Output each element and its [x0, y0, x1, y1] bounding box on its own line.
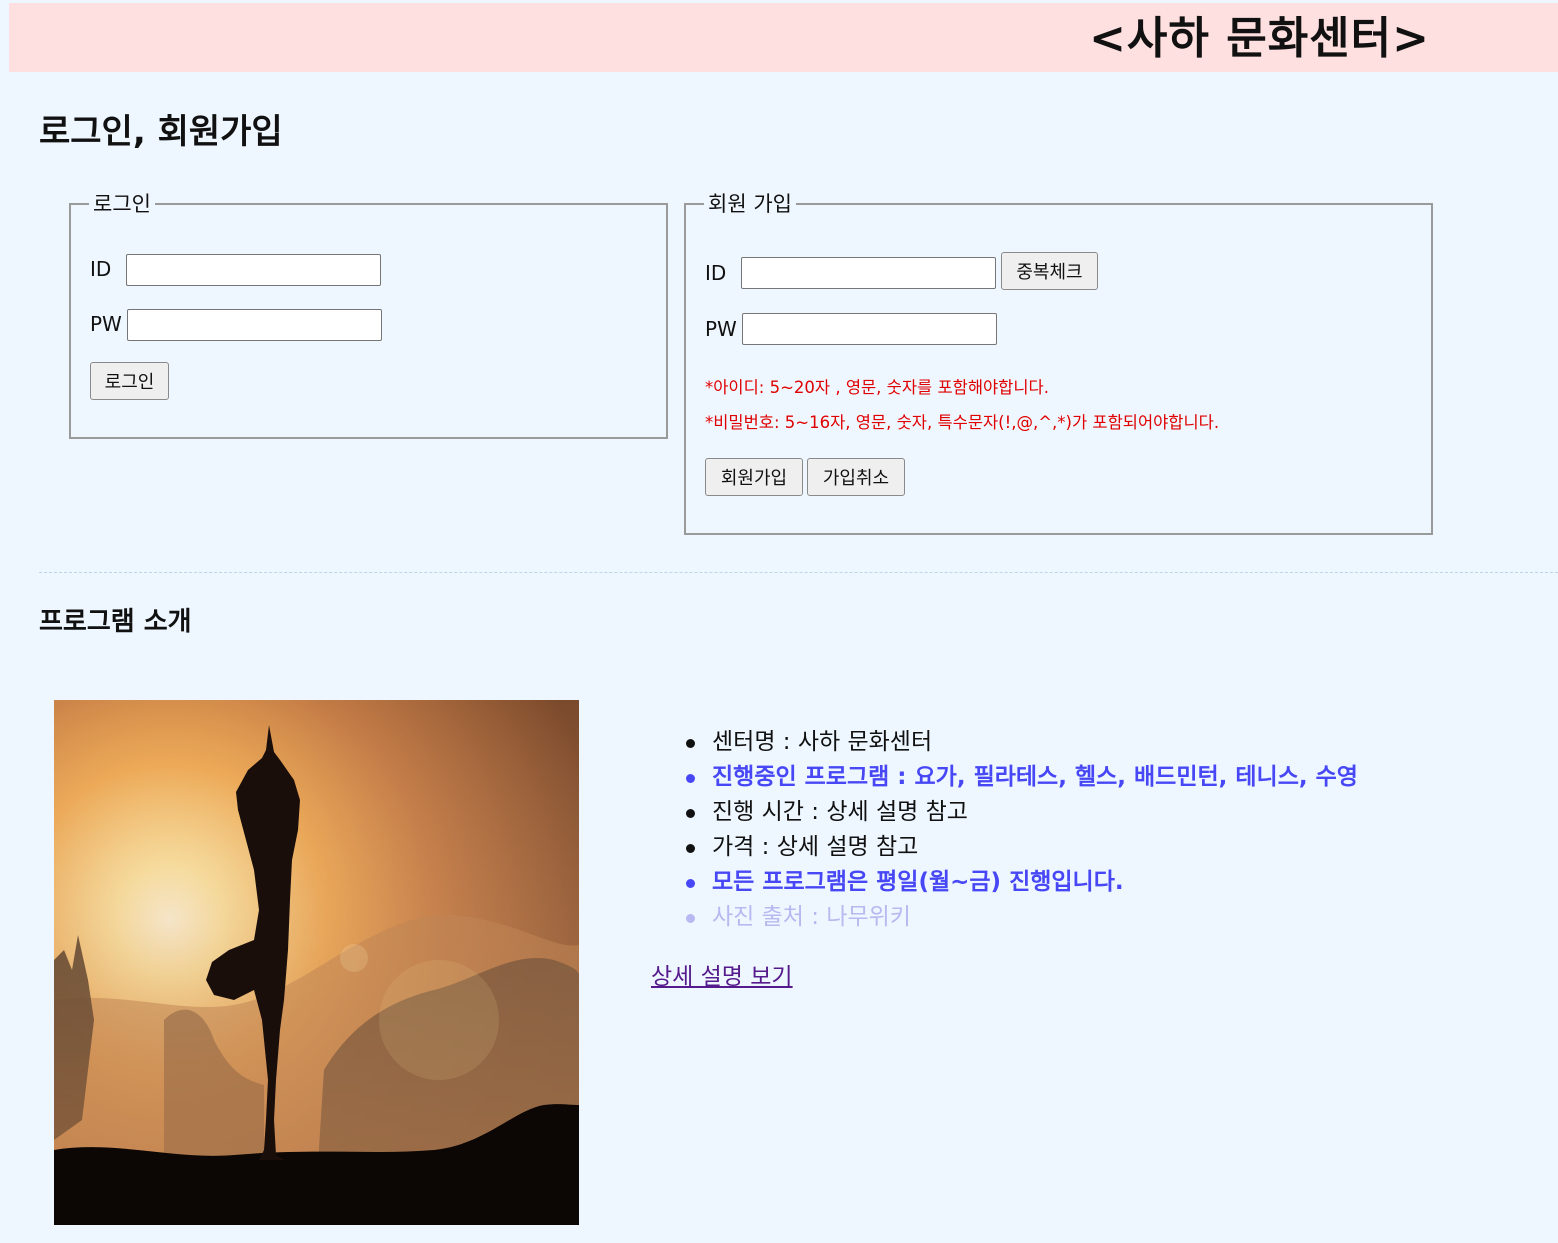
bullet-icon	[686, 774, 695, 783]
info-item-photo-source: 사진 출처 : 나무위키	[684, 900, 1358, 935]
program-info-list: 센터명 : 사하 문화센터 진행중인 프로그램 : 요가, 필라테스, 헬스, …	[684, 725, 1358, 935]
login-pw-input[interactable]	[127, 309, 382, 341]
program-section-title: 프로그램 소개	[39, 607, 192, 637]
signup-id-label: ID	[705, 261, 727, 285]
duplicate-check-button[interactable]: 중복체크	[1001, 252, 1098, 290]
signup-pw-input[interactable]	[742, 313, 997, 345]
info-item-time: 진행 시간 : 상세 설명 참고	[684, 795, 1358, 830]
site-title: <사하 문화센터>	[1089, 13, 1430, 64]
info-item-price: 가격 : 상세 설명 참고	[684, 830, 1358, 865]
login-id-input[interactable]	[126, 254, 381, 286]
page-title: 로그인, 회원가입	[39, 112, 283, 152]
section-divider	[39, 572, 1558, 573]
signup-pw-label: PW	[705, 317, 737, 341]
signup-legend: 회원 가입	[708, 192, 792, 216]
bullet-icon	[686, 739, 695, 748]
bullet-icon	[686, 844, 695, 853]
id-rule-note: *아이디: 5~20자 , 영문, 숫자를 포함해야합니다.	[705, 378, 1049, 397]
detail-link[interactable]: 상세 설명 보기	[651, 960, 793, 994]
site-header: <사하 문화센터>	[9, 3, 1558, 72]
login-button[interactable]: 로그인	[90, 362, 169, 400]
bullet-icon	[686, 809, 695, 818]
info-item-programs: 진행중인 프로그램 : 요가, 필라테스, 헬스, 배드민턴, 테니스, 수영	[684, 760, 1358, 795]
info-item-center-name: 센터명 : 사하 문화센터	[684, 725, 1358, 760]
yoga-silhouette-photo	[54, 700, 579, 1225]
login-pw-label: PW	[90, 312, 122, 336]
login-legend: 로그인	[93, 192, 151, 216]
signup-button[interactable]: 회원가입	[705, 458, 803, 496]
info-item-schedule: 모든 프로그램은 평일(월~금) 진행입니다.	[684, 865, 1358, 900]
signup-id-input[interactable]	[741, 257, 996, 289]
pw-rule-note: *비밀번호: 5~16자, 영문, 숫자, 특수문자(!,@,^,*)가 포함되…	[705, 413, 1220, 432]
bullet-icon	[686, 879, 695, 888]
signup-cancel-button[interactable]: 가입취소	[807, 458, 905, 496]
login-id-label: ID	[90, 257, 112, 281]
bullet-icon	[686, 914, 695, 923]
